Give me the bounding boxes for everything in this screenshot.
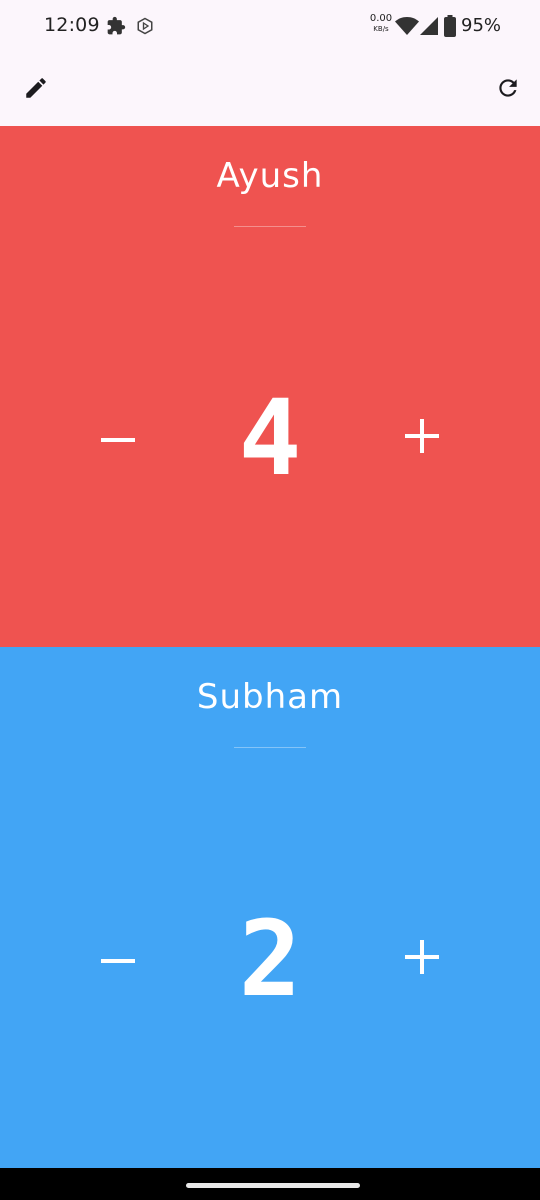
navigation-bar <box>0 1168 540 1200</box>
plus-icon <box>405 419 439 457</box>
score-value: 4 <box>238 377 302 499</box>
edit-pencil-icon <box>23 75 49 105</box>
name-divider <box>234 226 306 227</box>
wifi-icon <box>395 16 419 40</box>
status-bar: 12:09 0.00 KB/s 95% <box>0 0 540 54</box>
status-time: 12:09 <box>44 14 100 36</box>
player-panel-ayush: Ayush 4 <box>0 126 540 647</box>
screen: 12:09 0.00 KB/s 95% Ayush 4 Subham 2 <box>0 0 540 1200</box>
battery-icon <box>444 15 456 41</box>
edit-button[interactable] <box>20 74 52 106</box>
player-name: Subham <box>196 677 344 717</box>
network-speed-unit: KB/s <box>373 25 389 33</box>
minus-icon <box>101 429 135 448</box>
home-gesture-handle[interactable] <box>186 1183 360 1188</box>
app-bar <box>0 54 540 126</box>
puzzle-icon <box>106 16 126 40</box>
refresh-button[interactable] <box>492 74 524 106</box>
increment-button[interactable] <box>382 388 462 488</box>
minus-icon <box>101 950 135 969</box>
plus-icon <box>405 940 439 978</box>
decrement-button[interactable] <box>78 909 158 1009</box>
refresh-icon <box>495 75 521 105</box>
player-panel-subham: Subham 2 <box>0 647 540 1168</box>
score-row: 2 <box>0 898 540 1020</box>
decrement-button[interactable] <box>78 388 158 488</box>
increment-button[interactable] <box>382 909 462 1009</box>
score-row: 4 <box>0 377 540 499</box>
cellular-signal-icon <box>419 16 439 40</box>
network-speed-value: 0.00 <box>369 13 393 24</box>
name-divider <box>234 747 306 748</box>
player-name: Ayush <box>216 156 324 196</box>
notification-app-icon <box>136 17 154 39</box>
network-speed: 0.00 KB/s <box>366 14 396 33</box>
score-value: 2 <box>238 898 302 1020</box>
battery-percentage: 95% <box>461 15 502 36</box>
